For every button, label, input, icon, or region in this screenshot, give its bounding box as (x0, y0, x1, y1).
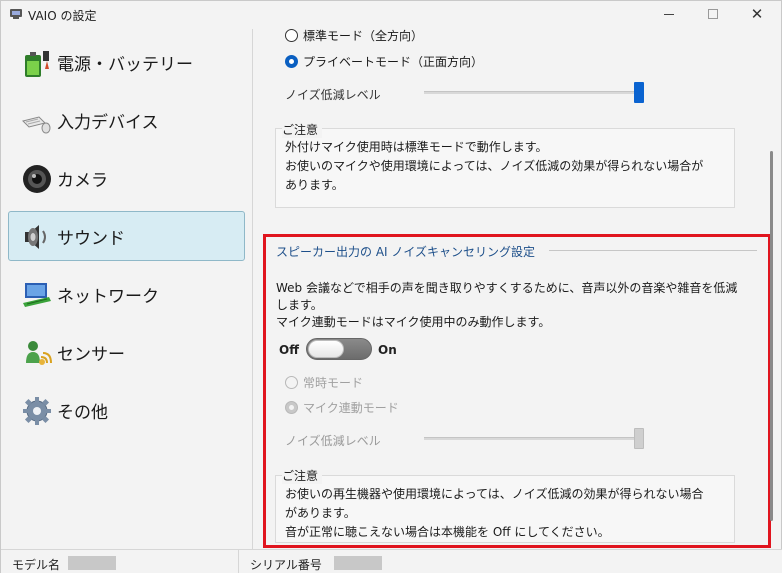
maximize-button[interactable] (691, 1, 735, 27)
network-icon (23, 283, 51, 307)
sidebar-item-input-devices[interactable]: 入力デバイス (8, 95, 245, 145)
note-line: お使いのマイクや使用環境によっては、ノイズ低減の効果が得られない場合が (285, 159, 704, 173)
model-name-value-redacted (68, 556, 116, 570)
mic-note-text: 外付けマイク使用時は標準モードで動作します。 お使いのマイクや使用環境によっては… (285, 138, 703, 195)
sidebar-item-label: 入力デバイス (57, 112, 159, 133)
minimize-button[interactable] (647, 1, 691, 27)
keyboard-mouse-icon (22, 116, 51, 134)
note-line: あります。 (285, 178, 344, 192)
gear-icon (23, 397, 51, 425)
close-icon: ✕ (750, 5, 764, 23)
title-bar: VAIO の設定 ✕ (1, 1, 781, 27)
sidebar-item-other[interactable]: その他 (8, 385, 245, 435)
sidebar-item-label: 電源・バッテリー (57, 54, 193, 75)
maximize-icon (708, 9, 718, 19)
vaio-app-icon (10, 9, 22, 19)
sidebar-item-power-battery[interactable]: 電源・バッテリー (8, 37, 245, 87)
settings-window: VAIO の設定 ✕ 電源・バッテリー 入力デバイス カメラ サウンド ネットワ… (0, 0, 782, 573)
sidebar-item-label: センサー (57, 344, 125, 365)
status-separator (238, 550, 239, 573)
radio-dot (285, 55, 298, 68)
minimize-icon (664, 13, 674, 15)
mic-noise-level-slider-thumb[interactable] (634, 82, 644, 103)
radio-standard-mode[interactable]: 標準モード（全方向） (285, 27, 423, 44)
mic-noise-level-label: ノイズ低減レベル (285, 88, 381, 102)
serial-number-value-redacted (334, 556, 382, 570)
radio-private-mode[interactable]: プライベートモード（正面方向） (285, 53, 483, 70)
sidebar: 電源・バッテリー 入力デバイス カメラ サウンド ネットワーク センサー その他 (1, 29, 251, 549)
mic-noise-level-slider[interactable] (424, 91, 644, 94)
note-line: 外付けマイク使用時は標準モードで動作します。 (285, 140, 548, 154)
sidebar-item-label: カメラ (57, 170, 108, 191)
window-title: VAIO の設定 (28, 9, 97, 23)
sidebar-item-sound[interactable]: サウンド (8, 211, 245, 261)
camera-icon (23, 165, 51, 193)
radio-dot (285, 29, 298, 42)
content-scrollbar[interactable] (770, 151, 773, 521)
battery-icon (25, 51, 49, 77)
sidebar-item-camera[interactable]: カメラ (8, 153, 245, 203)
radio-label: 標準モード（全方向） (303, 29, 424, 43)
highlight-frame (263, 234, 771, 548)
serial-number-label: シリアル番号 (250, 558, 322, 572)
model-name-label: モデル名 (12, 558, 61, 572)
sidebar-item-sensor[interactable]: センサー (8, 327, 245, 377)
close-button[interactable]: ✕ (735, 1, 779, 27)
radio-label: プライベートモード（正面方向） (303, 55, 484, 69)
mic-note-title: ご注意 (282, 121, 323, 138)
sidebar-item-label: ネットワーク (57, 286, 159, 307)
sidebar-item-network[interactable]: ネットワーク (8, 269, 245, 319)
sidebar-item-label: その他 (57, 402, 108, 423)
speaker-icon (25, 225, 46, 249)
sidebar-divider (252, 29, 253, 549)
sensor-icon (26, 341, 52, 365)
sidebar-item-label: サウンド (57, 228, 125, 249)
status-bar: モデル名 シリアル番号 (1, 549, 782, 573)
